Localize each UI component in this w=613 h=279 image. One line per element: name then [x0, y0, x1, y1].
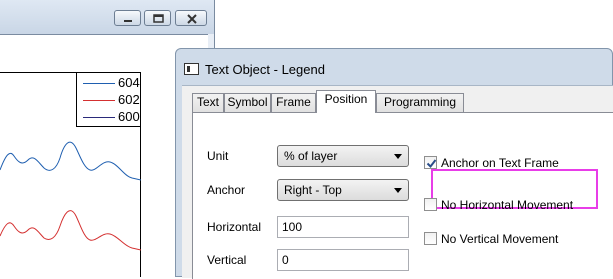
legend-line — [83, 100, 115, 101]
legend-label: 602 — [118, 92, 140, 107]
horizontal-label: Horizontal — [207, 220, 262, 234]
anchor-dropdown[interactable]: Right - Top — [277, 179, 409, 201]
legend-line — [83, 83, 115, 84]
vertical-input[interactable]: 0 — [277, 249, 409, 271]
close-button[interactable] — [175, 10, 207, 26]
text-object-dialog: Text Object - Legend Text Symbol Frame P… — [175, 48, 613, 279]
unit-dropdown-value: % of layer — [284, 149, 338, 163]
horizontal-input[interactable]: 100 — [277, 216, 409, 238]
unit-label: Unit — [207, 149, 229, 163]
no-horizontal-movement-label: No Horizontal Movement — [441, 198, 574, 212]
graph-window-titlebar — [0, 0, 214, 34]
anchor-label: Anchor — [207, 183, 246, 197]
minimize-icon — [124, 20, 132, 22]
legend-line — [83, 117, 115, 118]
chevron-down-icon — [394, 188, 402, 193]
tab-symbol[interactable]: Symbol — [224, 93, 271, 112]
plot-curves — [0, 141, 141, 251]
chevron-down-icon — [394, 154, 402, 159]
tab-programming[interactable]: Programming — [376, 93, 464, 112]
legend-label: 604 — [118, 75, 140, 90]
dialog-titlebar[interactable]: Text Object - Legend — [176, 49, 613, 85]
dialog-body: Text Symbol Frame Position Programming U… — [182, 85, 613, 279]
legend-entry: 602 — [81, 92, 141, 108]
position-tab-panel: Unit % of layer Anchor Right - Top Horiz… — [192, 112, 613, 279]
close-icon — [187, 14, 197, 24]
checkmark-icon — [426, 159, 437, 169]
no-vertical-movement-checkbox[interactable] — [424, 232, 437, 245]
restore-icon — [153, 14, 164, 23]
dialog-title: Text Object - Legend — [205, 62, 325, 77]
series-602-curve — [0, 210, 141, 251]
no-horizontal-movement-checkbox[interactable] — [424, 198, 437, 211]
tab-text[interactable]: Text — [192, 93, 224, 112]
legend-label: 600 — [118, 109, 140, 124]
legend-entry: 604 — [81, 75, 141, 91]
legend-entry: 600 — [81, 109, 141, 125]
legend-box[interactable]: 604 602 600 — [76, 72, 141, 127]
tab-frame[interactable]: Frame — [271, 93, 316, 112]
maximize-button[interactable] — [144, 10, 171, 26]
vertical-label: Vertical — [207, 253, 247, 267]
unit-dropdown[interactable]: % of layer — [277, 145, 409, 167]
series-604-curve — [0, 141, 141, 181]
tab-position[interactable]: Position — [316, 90, 376, 113]
minimize-button[interactable] — [114, 10, 141, 26]
no-vertical-movement-label: No Vertical Movement — [441, 232, 559, 246]
anchor-on-text-frame-label: Anchor on Text Frame — [441, 156, 559, 170]
anchor-on-text-frame-checkbox[interactable] — [424, 156, 437, 169]
window-icon — [184, 63, 199, 75]
anchor-dropdown-value: Right - Top — [284, 183, 342, 197]
